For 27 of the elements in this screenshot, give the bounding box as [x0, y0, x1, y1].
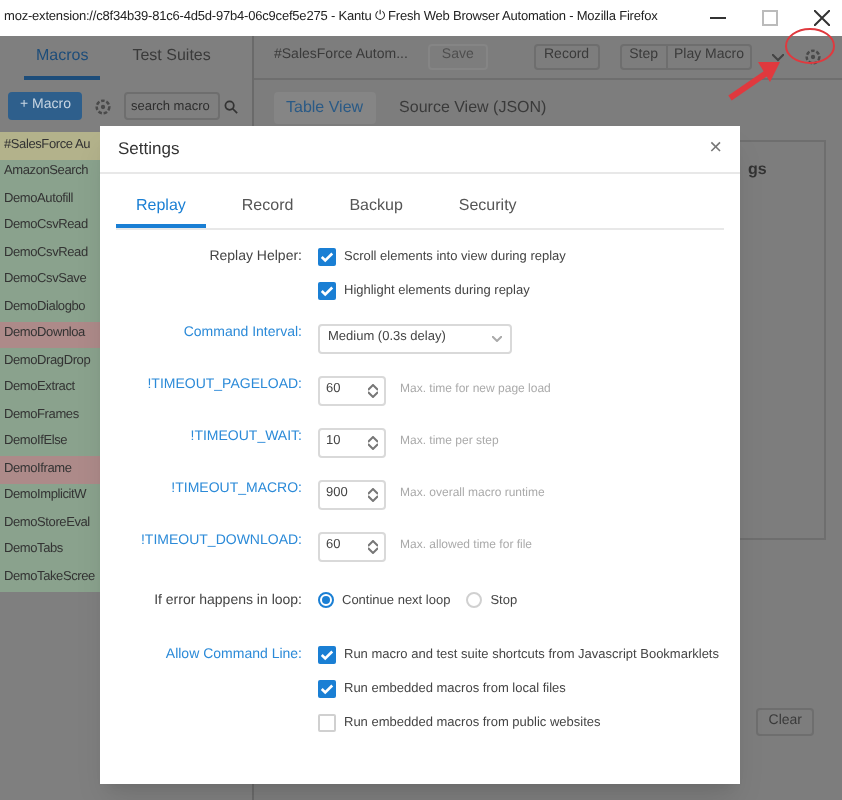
settings-tab[interactable]: Backup: [329, 194, 423, 228]
radio-button[interactable]: [318, 592, 334, 609]
checkbox[interactable]: [318, 713, 336, 732]
panel-heading: gs: [748, 158, 767, 182]
stepper-icon[interactable]: [368, 383, 378, 397]
arrow-icon: [724, 56, 784, 104]
gear-icon[interactable]: [804, 48, 822, 66]
stepper-icon[interactable]: [368, 539, 378, 553]
settings-tab[interactable]: Security: [438, 194, 537, 228]
caret-icon: [492, 335, 502, 341]
view-tab[interactable]: Source View (JSON): [387, 92, 559, 124]
highlight-circle-icon: [784, 26, 836, 66]
search-icon: [224, 99, 239, 113]
checkbox[interactable]: [318, 680, 336, 699]
gear-icon[interactable]: [94, 97, 113, 115]
settings-tab[interactable]: Record: [221, 194, 314, 228]
settings-tab[interactable]: Replay: [116, 194, 206, 228]
checkbox[interactable]: [318, 248, 336, 267]
checkbox[interactable]: [318, 282, 336, 301]
close-button[interactable]: ×: [709, 138, 722, 160]
dialog-title: Settings: [118, 136, 180, 162]
close-icon[interactable]: [814, 10, 830, 26]
sidebar-tab[interactable]: Test Suites: [120, 44, 223, 80]
caret-icon[interactable]: [772, 53, 784, 61]
checkbox[interactable]: [318, 646, 336, 665]
stepper-icon[interactable]: [368, 487, 378, 501]
stepper-icon[interactable]: [368, 435, 378, 449]
